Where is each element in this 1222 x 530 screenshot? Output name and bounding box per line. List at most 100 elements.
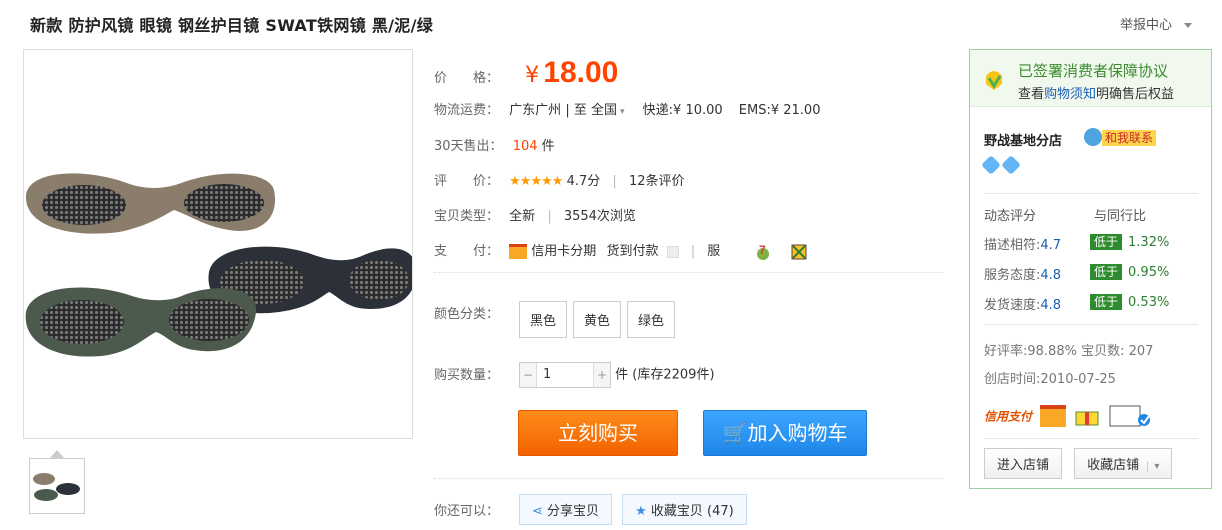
divider [984,193,1198,194]
cod-label: 货到付款 [606,244,659,259]
rating-row: 评 价： ★★★★★ 4.7分 | 12条评价 [434,170,684,189]
qty-decrease-button[interactable]: − [520,363,536,387]
type-row: 宝贝类型： 全新 | 3554次浏览 [434,205,636,224]
seller-level-icon [981,155,1021,176]
shipping-from: 广东广州 [509,103,562,118]
gift-icon [1074,406,1100,426]
divider: | [690,244,696,259]
star-icon: ★★★★★ [509,174,563,189]
divider: | [612,174,617,189]
thumb-selected-arrow [50,450,64,458]
stock-count: (库存2209件) [632,367,715,383]
also-label: 你还可以： [434,504,500,519]
below-badge: 低于 [1090,294,1123,310]
shop-name[interactable]: 野战基地分店 [984,130,1062,149]
type-label: 宝贝类型： [434,209,500,224]
sold-label: 30天售出： [434,139,503,154]
chat-icon [1084,128,1102,146]
star-icon: ★ [635,504,647,519]
goggles-image [25,173,417,357]
chevron-down-icon [1184,23,1192,28]
contact-seller-button[interactable]: 和我联系 [1084,128,1157,146]
qty-unit: 件 [615,367,629,383]
dropdown-icon[interactable] [666,245,679,258]
cart-icon: 🛒 [722,421,748,445]
seven-day-return-icon: 7 [754,243,772,261]
enter-shop-button[interactable]: 进入店铺 [984,448,1063,479]
founded-date: 创店时间:2010-07-25 [984,372,1116,387]
share-button[interactable]: ⋖ 分享宝贝 [519,494,613,525]
shipping-to: 全国 [590,103,617,118]
view-count: 3554次浏览 [563,209,636,224]
goggles-thumb [33,473,80,501]
share-icon: ⋖ [532,504,543,519]
score-compare: 低于 0.95% [1090,264,1169,280]
credit-card-icon [509,244,528,259]
score-compare: 低于 1.32% [1090,234,1169,250]
divider: | [547,209,552,224]
qty-row: − 1 + 件 (库存2209件) [519,362,715,388]
item-count: 宝贝数: 207 [1081,344,1154,359]
price-value: 18.00 [543,56,619,89]
payment-label: 支 付： [434,244,500,259]
credit-card-icon [1040,405,1067,427]
add-to-cart-button[interactable]: 🛒加入购物车 [703,410,867,456]
qty-label: 购买数量： [434,368,500,383]
currency-symbol: ¥ [525,63,540,88]
shopping-notice-link[interactable]: 购物须知 [1044,87,1096,102]
score-compare: 低于 0.53% [1090,294,1169,310]
price-row: 价 格： ¥ 18.00 [434,56,618,90]
below-badge: 低于 [1090,264,1123,280]
quality-guarantee-icon [791,244,807,260]
color-options: 黑色 黄色 绿色 [519,301,681,338]
condition: 全新 [509,209,536,224]
divider [984,438,1198,439]
color-option-black[interactable]: 黑色 [519,301,568,338]
payment-row: 支 付： 信用卡分期 货到付款 | 服 7 [434,240,807,261]
chevron-down-icon: ▾ [619,107,625,117]
ems-fee: EMS:¥ 21.00 [738,103,821,118]
sold-row: 30天售出： 104 件 [434,135,555,154]
shop-actions: 进入店铺 收藏店铺 ▾ [984,448,1173,479]
installment-link[interactable]: 信用卡分期 [531,244,596,259]
shipping-label: 物流运费： [434,103,500,118]
credit-badges: 信用支付 [984,404,1154,428]
protection-sub: 查看购物须知明确售后权益 [1018,87,1175,102]
product-title: 新款 防护风镜 眼镜 钢丝护目镜 SWAT铁网镜 黑/泥/绿 [30,16,434,35]
score-row: 发货速度:4.8 [984,298,1062,313]
main-product-image[interactable] [23,49,417,439]
dynamic-score-label: 动态评分 [984,209,1037,224]
compare-label: 与同行比 [1094,209,1147,224]
shipping-destination-dropdown[interactable]: 全国 ▾ [591,103,625,118]
favorite-item-button[interactable]: ★ 收藏宝贝 (47) [622,494,747,525]
service-label: 服 [707,244,721,259]
sold-count: 104 [512,139,538,154]
favorite-shop-button[interactable]: 收藏店铺 ▾ [1074,448,1173,479]
invoice-icon [1108,404,1154,428]
positive-rate-row: 好评率:98.88% 宝贝数: 207 [984,340,1153,359]
express-fee: 快递:¥ 10.00 [642,103,723,118]
sold-unit: 件 [541,139,555,154]
svg-text:7: 7 [759,243,766,257]
protection-banner: 已签署消费者保障协议 查看购物须知明确售后权益 [970,50,1211,107]
protection-title: 已签署消费者保障协议 [1018,62,1169,80]
thumbnail-image[interactable] [29,458,85,514]
shipping-row: 物流运费： 广东广州 | 至 全国 ▾ 快递:¥ 10.00 EMS:¥ 21.0… [434,99,820,118]
share-actions: ⋖ 分享宝贝 ★ 收藏宝贝 (47) [519,494,757,525]
shield-hand-icon [982,66,1006,92]
color-option-yellow[interactable]: 黄色 [573,301,622,338]
credit-pay-logo: 信用支付 [984,409,1033,424]
color-label: 颜色分类： [434,307,500,322]
review-count-link[interactable]: 12条评价 [629,174,685,189]
score-row: 服务态度:4.8 [984,268,1062,283]
positive-rate: 好评率:98.88% [984,344,1077,359]
buy-now-button[interactable]: 立刻购买 [518,410,678,456]
rating-score: 4.7分 [566,174,601,189]
qty-increase-button[interactable]: + [594,363,610,387]
price-label: 价 格： [434,71,500,86]
color-option-green[interactable]: 绿色 [627,301,676,338]
quantity-input[interactable]: 1 [536,363,594,387]
report-center-dropdown[interactable]: 举报中心 [1120,14,1192,33]
divider [434,478,944,479]
divider [984,324,1198,325]
